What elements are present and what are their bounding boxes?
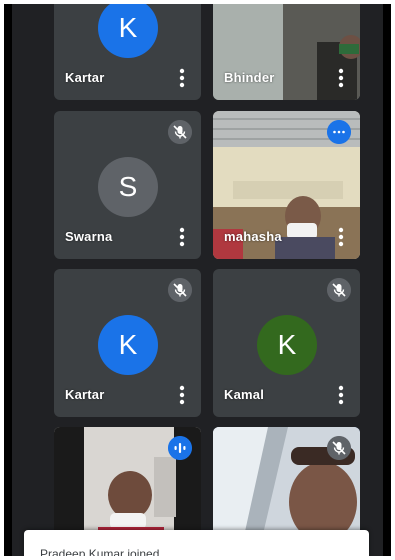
participant-name: Kartar [65, 70, 105, 85]
participant-name: mahasha [224, 229, 282, 244]
avatar: S [98, 157, 158, 217]
mic-off-icon [327, 278, 351, 302]
more-options-icon[interactable] [338, 227, 344, 247]
participant-tile-swarna[interactable]: S Swarna [54, 111, 201, 259]
avatar: K [257, 315, 317, 375]
participant-name: Bhinder [224, 70, 275, 85]
avatar: K [98, 315, 158, 375]
participant-name: Kamal [224, 387, 265, 402]
screen-frame: K Kartar Bhinder S Swarna mahasha K Kart… [4, 4, 391, 556]
avatar: K [98, 4, 158, 58]
more-options-icon[interactable] [338, 68, 344, 88]
participant-tile-kamal[interactable]: K Kamal [213, 269, 360, 417]
speaking-indicator-icon [327, 120, 351, 144]
more-options-icon[interactable] [338, 385, 344, 405]
mic-off-icon [168, 278, 192, 302]
speaking-indicator-icon [168, 436, 192, 460]
participant-tile-kartar[interactable]: K Kartar [54, 269, 201, 417]
participant-name: Swarna [65, 229, 113, 244]
participant-name: Kartar [65, 387, 105, 402]
participant-tile-kartar[interactable]: K Kartar [54, 4, 201, 100]
more-options-icon[interactable] [179, 227, 185, 247]
meeting-grid: K Kartar Bhinder S Swarna mahasha K Kart… [12, 4, 383, 556]
toast-message: Pradeep Kumar joined [40, 547, 160, 556]
mic-off-icon [168, 120, 192, 144]
join-notification-toast: Pradeep Kumar joined [24, 530, 369, 556]
participant-tile-bhinder[interactable]: Bhinder [213, 4, 360, 100]
more-options-icon[interactable] [179, 68, 185, 88]
participant-tile-mahasha[interactable]: mahasha [213, 111, 360, 259]
more-options-icon[interactable] [179, 385, 185, 405]
mic-off-icon [327, 436, 351, 460]
